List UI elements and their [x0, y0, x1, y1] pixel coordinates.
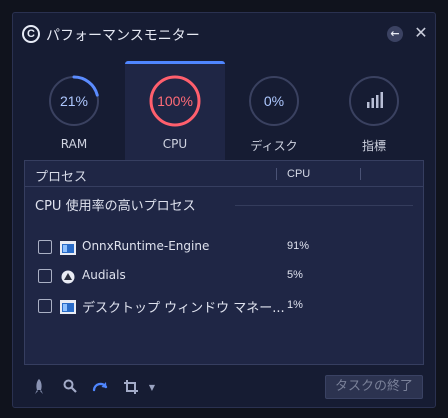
group-divider: [235, 205, 413, 206]
table-row[interactable]: デスクトップ ウィンドウ マネー... 1%: [25, 295, 423, 319]
process-cpu: 1%: [287, 299, 303, 311]
table-row[interactable]: Audials 5%: [25, 265, 423, 289]
window-title: パフォーマンスモニター: [46, 28, 200, 44]
cpu-label: CPU: [162, 137, 188, 151]
close-button[interactable]: ✕: [411, 23, 431, 43]
cpu-gauge: 100%: [149, 75, 201, 127]
refresh-button[interactable]: [91, 379, 109, 397]
ram-value: 21%: [59, 93, 89, 109]
crop-button[interactable]: [122, 379, 140, 397]
window-app-icon: [60, 240, 76, 255]
refresh-icon: [92, 382, 108, 392]
dropdown-icon: ▼: [148, 383, 156, 392]
boost-button[interactable]: [30, 379, 48, 397]
index-label: 指標: [361, 139, 386, 153]
app-logo-icon: C: [22, 25, 40, 43]
process-cpu: 91%: [287, 240, 310, 252]
table-header: プロセス CPU: [25, 161, 423, 187]
row-checkbox[interactable]: [38, 240, 52, 254]
column-cpu[interactable]: CPU: [287, 168, 310, 180]
window-app-icon: [60, 299, 76, 314]
close-icon: ✕: [414, 23, 428, 42]
crop-icon: [124, 380, 138, 394]
group-title: CPU 使用率の高いプロセス: [35, 199, 196, 214]
dropdown-button[interactable]: ▼: [143, 379, 161, 397]
end-task-button[interactable]: タスクの終了: [325, 375, 423, 399]
search-icon: [63, 379, 77, 393]
bar-chart-icon: [367, 92, 383, 108]
process-name: OnnxRuntime-Engine: [82, 239, 210, 253]
rocket-icon: [35, 379, 43, 394]
bottom-toolbar: ▼ タスクの終了: [13, 371, 435, 405]
table-row[interactable]: OnnxRuntime-Engine 91%: [25, 236, 423, 260]
process-panel: プロセス CPU CPU 使用率の高いプロセス OnnxRuntime-Engi…: [24, 160, 424, 365]
column-divider[interactable]: [276, 168, 277, 180]
cpu-value: 100%: [157, 93, 193, 109]
ram-label: RAM: [60, 137, 88, 151]
ram-gauge: 21%: [48, 75, 100, 127]
performance-monitor-window: C パフォーマンスモニター ← ✕ 21% RAM 100% CPU 0% ディ…: [12, 12, 436, 408]
tab-cpu[interactable]: 100% CPU: [125, 61, 225, 161]
column-divider[interactable]: [360, 168, 361, 180]
row-checkbox[interactable]: [38, 269, 52, 283]
process-name: デスクトップ ウィンドウ マネー...: [82, 301, 285, 316]
index-gauge: [348, 75, 400, 127]
tab-index[interactable]: 指標: [324, 61, 424, 161]
metric-tabs: 21% RAM 100% CPU 0% ディスク 指標: [13, 61, 435, 161]
title-bar[interactable]: C パフォーマンスモニター ← ✕: [13, 13, 435, 53]
back-button[interactable]: ←: [387, 26, 403, 42]
audials-icon: [60, 269, 76, 284]
disk-label: ディスク: [250, 139, 298, 153]
row-checkbox[interactable]: [38, 299, 52, 313]
search-button[interactable]: [61, 379, 79, 397]
process-cpu: 5%: [287, 269, 303, 281]
process-name: Audials: [82, 268, 126, 282]
column-process[interactable]: プロセス: [35, 166, 87, 185]
disk-gauge: 0%: [248, 75, 300, 127]
tab-ram[interactable]: 21% RAM: [24, 61, 124, 161]
tab-disk[interactable]: 0% ディスク: [224, 61, 324, 161]
arrow-left-icon: ←: [390, 27, 400, 40]
disk-value: 0%: [263, 93, 285, 109]
